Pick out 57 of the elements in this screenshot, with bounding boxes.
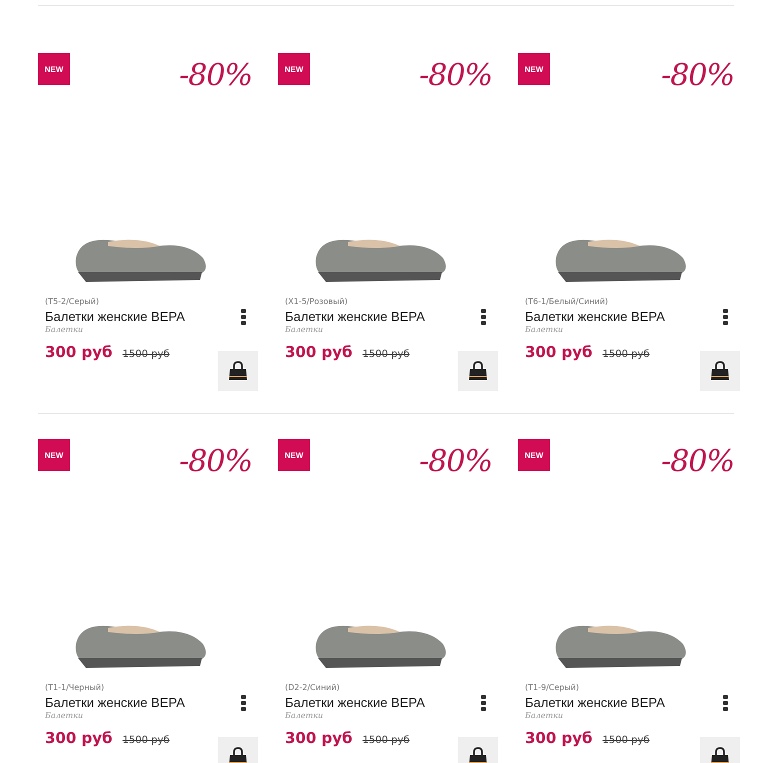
discount-label: -80%: [179, 58, 252, 93]
price: 300 руб: [525, 729, 593, 747]
price: 300 руб: [285, 729, 353, 747]
price: 300 руб: [525, 343, 593, 361]
new-badge: NEW: [38, 53, 70, 85]
product-category: Балетки: [45, 711, 84, 720]
shopping-bag-icon: [228, 747, 248, 763]
product-code: (T6-1/Белый/Синий): [525, 297, 610, 306]
new-badge: NEW: [518, 439, 550, 471]
product-category: Балетки: [525, 325, 564, 334]
more-options-icon[interactable]: [481, 695, 486, 711]
old-price: 1500 руб: [602, 349, 650, 360]
shopping-bag-icon: [468, 361, 488, 381]
discount-label: -80%: [419, 444, 492, 479]
product-name[interactable]: Балетки женские ВЕРА: [285, 309, 492, 324]
shopping-bag-icon: [710, 361, 730, 381]
more-options-icon[interactable]: [241, 309, 246, 325]
old-price: 1500 руб: [122, 349, 170, 360]
product-name[interactable]: Балетки женские ВЕРА: [525, 309, 734, 324]
shopping-bag-icon: [710, 747, 730, 763]
shopping-bag-icon: [228, 361, 248, 381]
add-to-cart-button[interactable]: [458, 351, 498, 391]
old-price: 1500 руб: [122, 735, 170, 746]
product-code: (D2-2/Синий): [285, 683, 341, 692]
discount-label: -80%: [179, 444, 252, 479]
discount-label: -80%: [661, 444, 734, 479]
price: 300 руб: [285, 343, 353, 361]
more-options-icon[interactable]: [723, 695, 728, 711]
more-options-icon[interactable]: [241, 695, 246, 711]
product-code: (T1-9/Серый): [525, 683, 580, 692]
product-code: (X1-5/Розовый): [285, 297, 349, 306]
old-price: 1500 руб: [602, 735, 650, 746]
product-name[interactable]: Балетки женские ВЕРА: [525, 695, 734, 710]
product-category: Балетки: [285, 325, 324, 334]
old-price: 1500 руб: [362, 735, 410, 746]
shopping-bag-icon: [468, 747, 488, 763]
discount-label: -80%: [419, 58, 492, 93]
new-badge: NEW: [38, 439, 70, 471]
product-code: (T1-1/Черный): [45, 683, 106, 692]
product-name[interactable]: Балетки женские ВЕРА: [45, 695, 252, 710]
add-to-cart-button[interactable]: [700, 351, 740, 391]
new-badge: NEW: [518, 53, 550, 85]
more-options-icon[interactable]: [723, 309, 728, 325]
price: 300 руб: [45, 343, 113, 361]
price: 300 руб: [45, 729, 113, 747]
old-price: 1500 руб: [362, 349, 410, 360]
product-category: Балетки: [285, 711, 324, 720]
discount-label: -80%: [661, 58, 734, 93]
more-options-icon[interactable]: [481, 309, 486, 325]
new-badge: NEW: [278, 439, 310, 471]
product-category: Балетки: [525, 711, 564, 720]
add-to-cart-button[interactable]: [218, 351, 258, 391]
product-category: Балетки: [45, 325, 84, 334]
product-name[interactable]: Балетки женские ВЕРА: [45, 309, 252, 324]
product-name[interactable]: Балетки женские ВЕРА: [285, 695, 492, 710]
new-badge: NEW: [278, 53, 310, 85]
product-code: (T5-2/Серый): [45, 297, 100, 306]
